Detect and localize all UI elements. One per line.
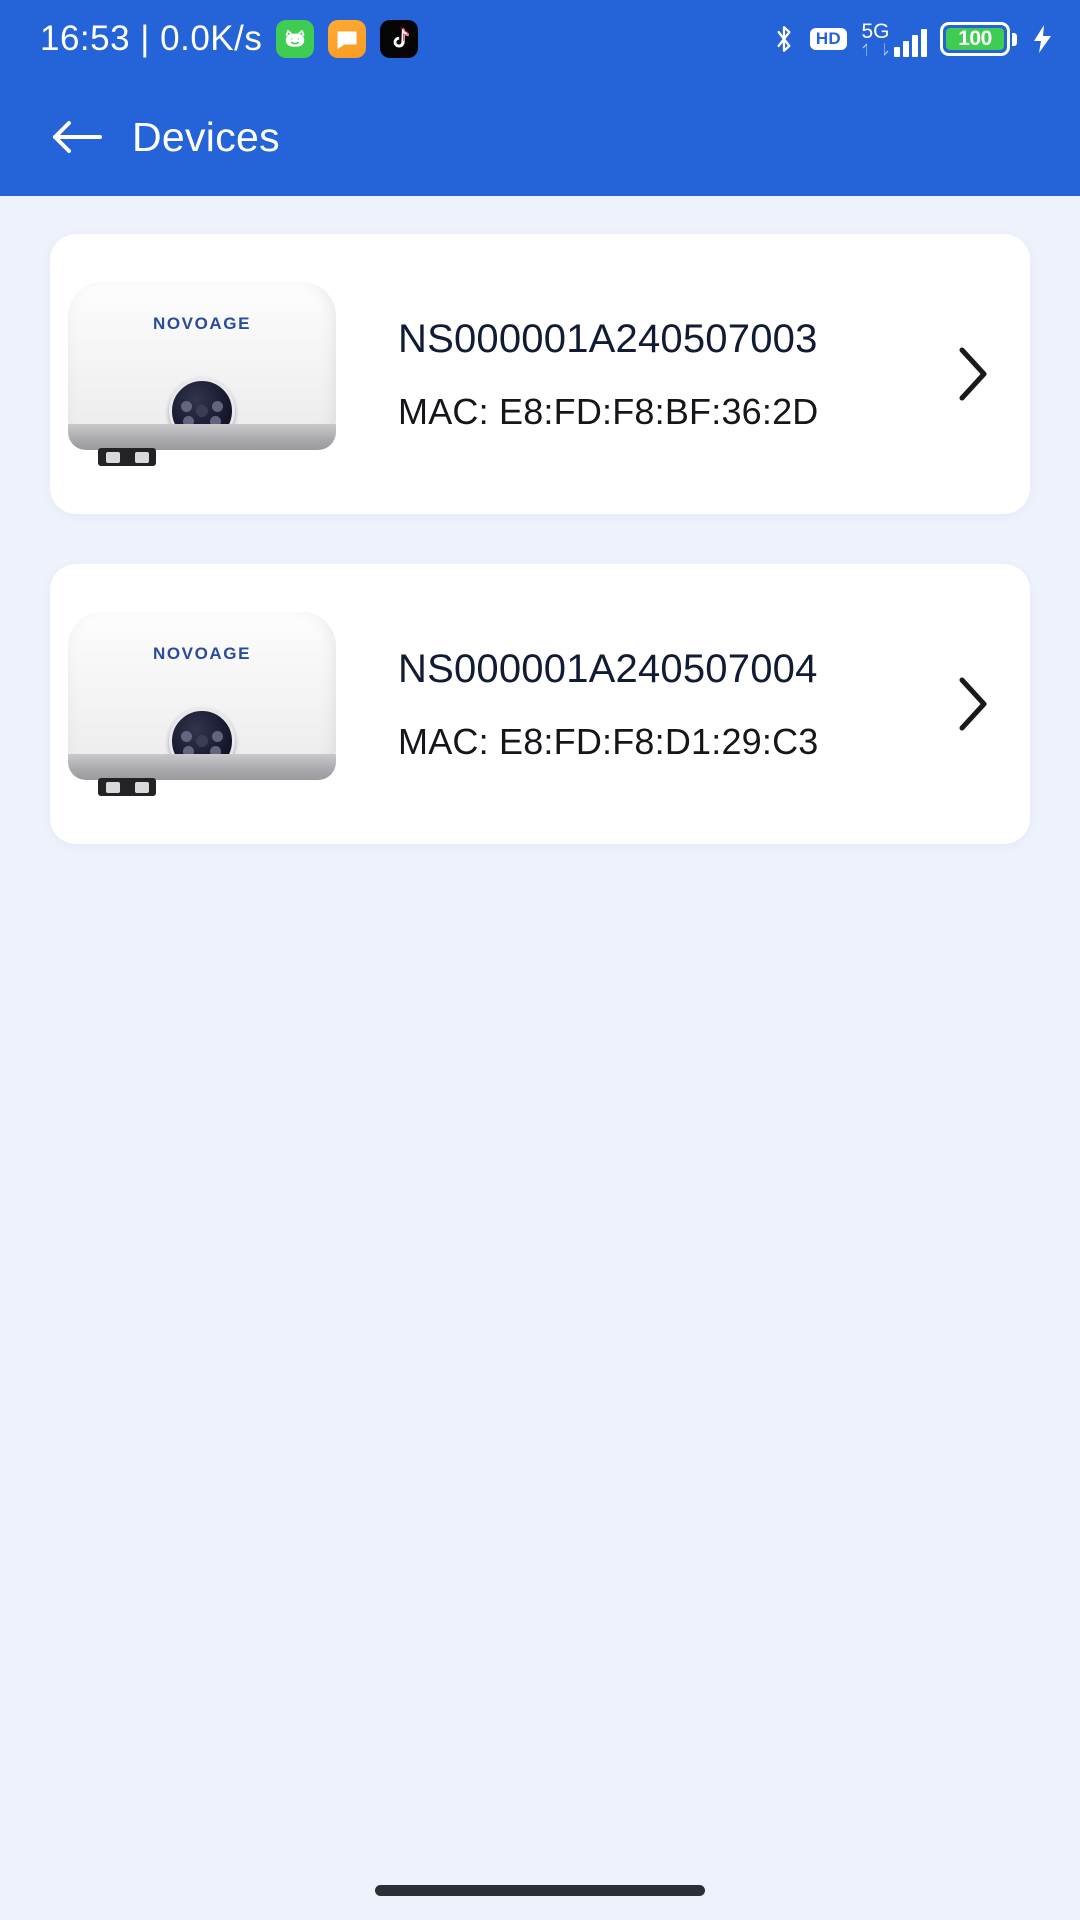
device-mac: MAC: E8:FD:F8:D1:29:C3 bbox=[398, 721, 819, 762]
device-card[interactable]: NOVOAGE NS000001A240507003 MAC: E8:FD:F8… bbox=[50, 234, 1030, 514]
app-bar: Devices bbox=[0, 78, 1080, 196]
home-indicator[interactable] bbox=[375, 1885, 705, 1896]
battery-level-label: 100 bbox=[946, 28, 1004, 50]
signal-strength-bars bbox=[894, 27, 927, 57]
device-id: NS000001A240507003 bbox=[398, 317, 818, 361]
device-mac: MAC: E8:FD:F8:BF:36:2D bbox=[398, 391, 819, 432]
status-clock: 16:53 | 0.0K/s bbox=[40, 19, 263, 58]
page-title: Devices bbox=[132, 113, 280, 160]
device-id: NS000001A240507004 bbox=[398, 647, 818, 691]
charging-bolt-icon bbox=[1030, 24, 1054, 54]
device-info: NS000001A240507003 MAC: E8:FD:F8:BF:36:2… bbox=[360, 314, 942, 434]
bluetooth-icon bbox=[771, 24, 797, 54]
hd-badge: HD bbox=[809, 28, 847, 50]
status-bar-left: 16:53 | 0.0K/s bbox=[40, 19, 419, 59]
device-image: NOVOAGE bbox=[60, 594, 360, 814]
status-bar-right: HD 5G 100 bbox=[771, 19, 1054, 57]
device-list: NOVOAGE NS000001A240507003 MAC: E8:FD:F8… bbox=[0, 196, 1080, 1920]
message-app-icon bbox=[328, 20, 367, 58]
signal-bars-icon: 5G bbox=[860, 19, 927, 57]
chevron-right-icon[interactable] bbox=[942, 346, 1004, 402]
data-transfer-icon bbox=[860, 42, 891, 57]
back-arrow-icon[interactable] bbox=[50, 111, 102, 163]
tiktok-app-icon bbox=[380, 20, 419, 58]
device-info: NS000001A240507004 MAC: E8:FD:F8:D1:29:C… bbox=[360, 644, 942, 764]
battery-indicator: 100 bbox=[940, 22, 1017, 56]
device-brand-label: NOVOAGE bbox=[152, 644, 252, 663]
device-brand-label: NOVOAGE bbox=[152, 314, 252, 333]
device-card[interactable]: NOVOAGE NS000001A240507004 MAC: E8:FD:F8… bbox=[50, 564, 1030, 844]
chevron-right-icon[interactable] bbox=[942, 676, 1004, 732]
status-bar: 16:53 | 0.0K/s HD 5G 100 bbox=[0, 0, 1080, 78]
device-image: NOVOAGE bbox=[60, 264, 360, 484]
cat-app-icon bbox=[276, 20, 315, 58]
network-type-label: 5G bbox=[861, 19, 890, 43]
